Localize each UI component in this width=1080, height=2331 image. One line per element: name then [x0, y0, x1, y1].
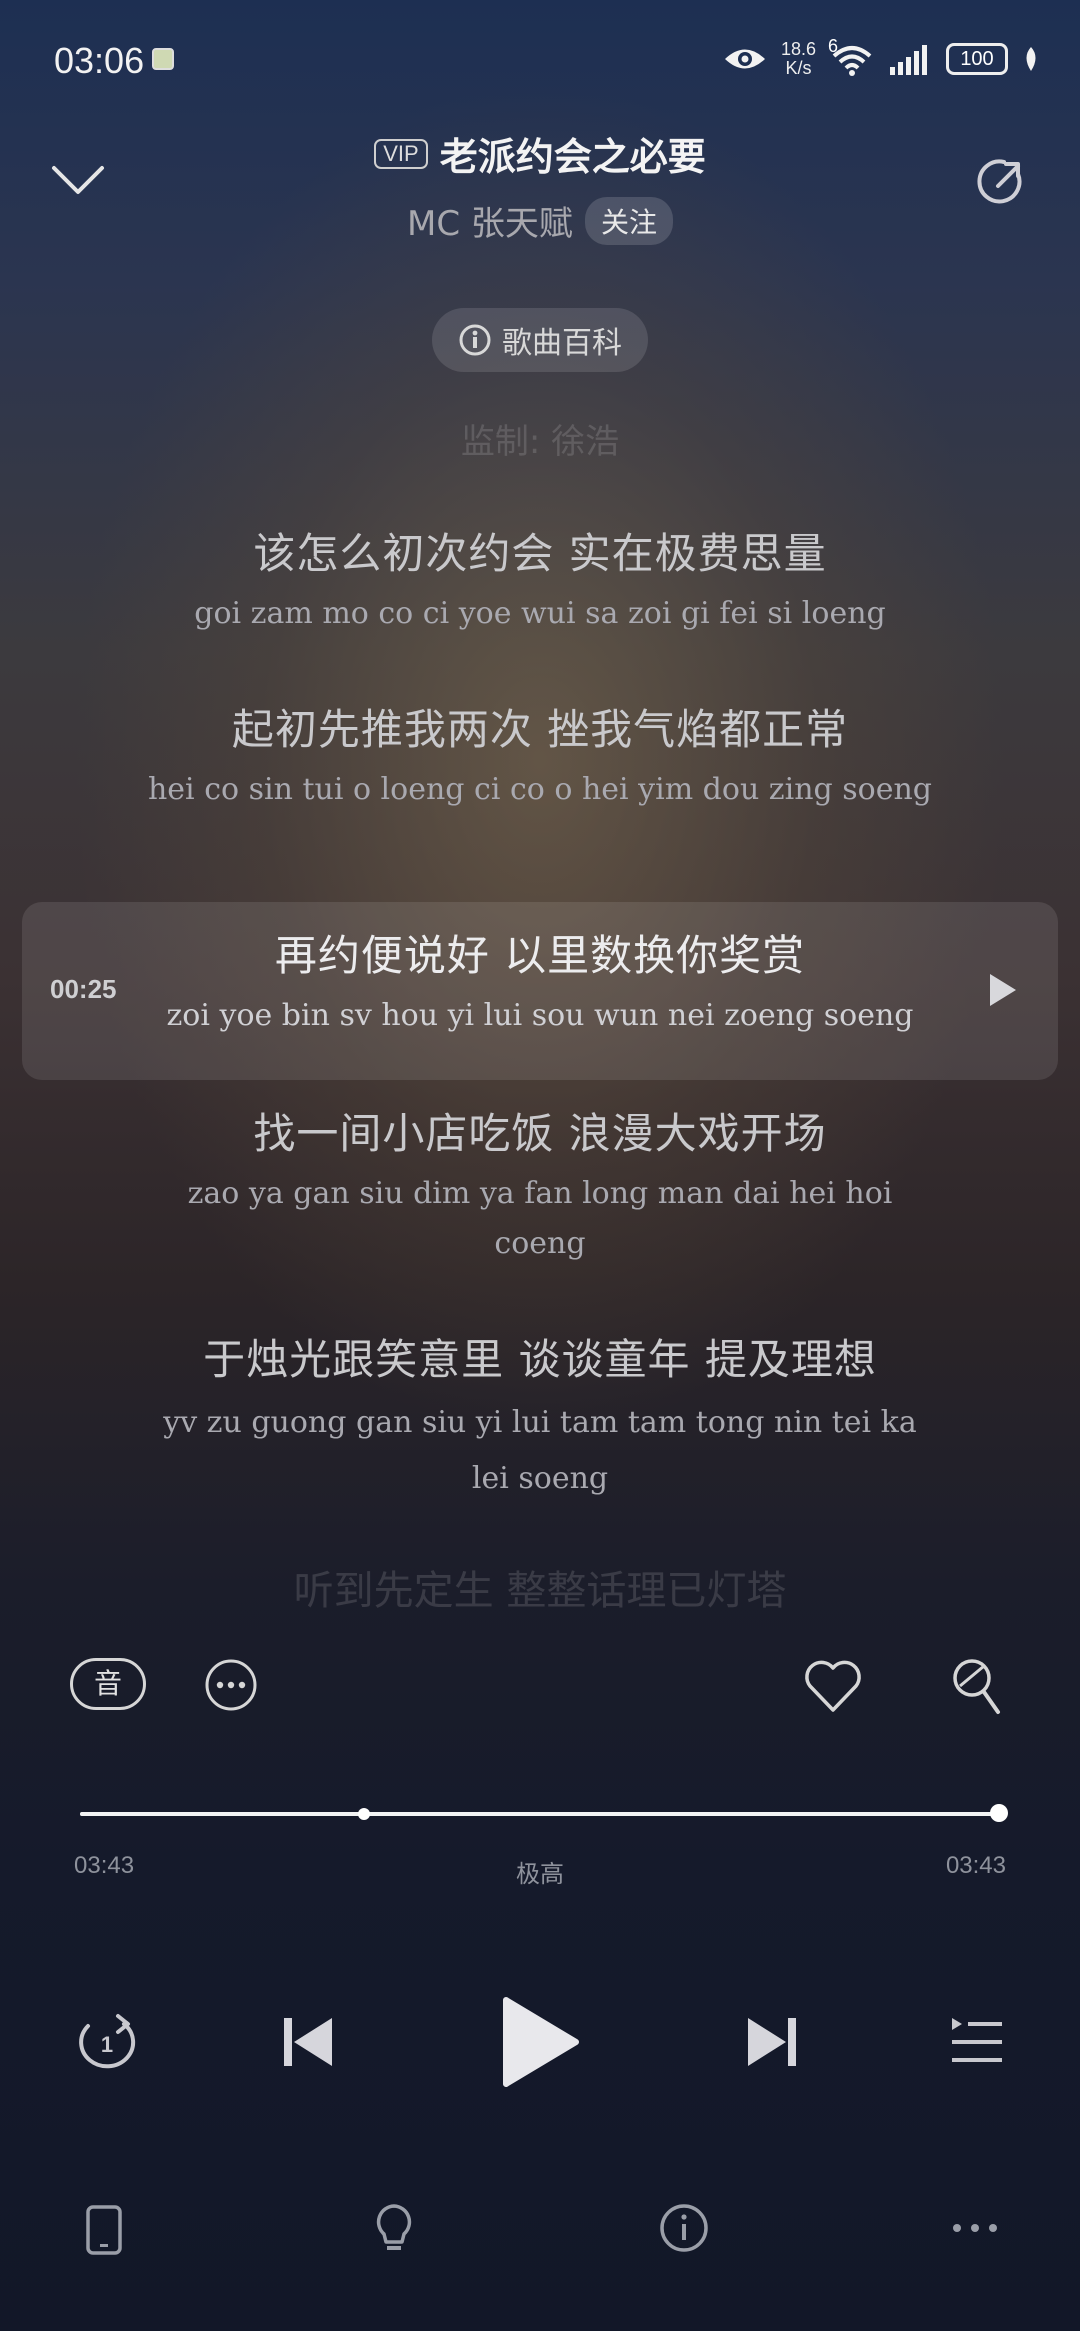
lyric-line[interactable]: 起初先推我两次 挫我气焰都正常 hei co sin tui o loeng c…	[0, 696, 1080, 815]
buffer-marker	[358, 1808, 370, 1820]
progress-thumb[interactable]	[990, 1804, 1008, 1822]
play-icon[interactable]	[498, 1994, 582, 2090]
progress-fill	[80, 1812, 998, 1816]
next-track-icon[interactable]	[744, 2014, 800, 2070]
song-info-icon[interactable]	[658, 2202, 710, 2254]
heart-icon[interactable]	[802, 1658, 864, 1714]
wifi-icon: 6	[828, 36, 874, 76]
song-wiki-button[interactable]: 歌曲百科	[432, 308, 648, 372]
lyric-line[interactable]: 该怎么初次约会 实在极费思量 goi zam mo co ci yoe wui …	[0, 520, 1080, 639]
song-wiki-label: 歌曲百科	[502, 326, 622, 361]
sound-effect-button[interactable]: 音	[70, 1658, 146, 1710]
lyric-romanization: hei co sin tui o loeng ci co o hei yim d…	[147, 772, 932, 807]
total-duration: 03:43	[945, 1852, 1006, 1879]
lyric-chinese: 找一间小店吃饭 浪漫大戏开场	[253, 1109, 827, 1158]
karaoke-mic-icon[interactable]	[950, 1656, 1004, 1718]
svg-text:1: 1	[101, 2032, 113, 2057]
audio-quality[interactable]: 极高	[0, 1854, 1080, 1889]
leaf-icon	[1026, 47, 1036, 71]
lyric-line[interactable]: 找一间小店吃饭 浪漫大戏开场 zao ya gan siu dim ya fan…	[0, 1100, 1080, 1269]
lyric-chinese: 于烛光跟笑意里 谈谈童年 提及理想	[203, 1335, 877, 1384]
lightbulb-icon[interactable]	[372, 2202, 416, 2258]
repeat-one-icon[interactable]: 1	[74, 2012, 140, 2072]
phone-device-icon[interactable]	[84, 2204, 124, 2256]
lyric-chinese: 起初先推我两次 挫我气焰都正常	[231, 705, 849, 754]
playlist-icon[interactable]	[948, 2014, 1004, 2070]
eye-icon	[724, 49, 765, 69]
app-notification-icon	[152, 48, 174, 70]
lyric-romanization: goi zam mo co ci yoe wui sa zoi gi fei s…	[194, 596, 886, 631]
lyric-romanization: zoi yoe bin sv hou yi lui sou wun nei zo…	[166, 998, 914, 1033]
status-time: 03:06	[54, 40, 145, 81]
share-icon[interactable]	[974, 154, 1030, 210]
follow-button[interactable]: 关注	[584, 196, 673, 245]
lyric-line[interactable]: 于烛光跟笑意里 谈谈童年 提及理想 yv zu guong gan siu yi…	[0, 1326, 1080, 1507]
vip-badge: VIP	[374, 138, 428, 169]
net-speed: 18.6 K/s	[780, 39, 816, 78]
more-horizontal-icon[interactable]	[950, 2218, 1000, 2238]
play-from-line-icon[interactable]	[984, 970, 1020, 1010]
status-indicators: 18.6 K/s 6 100	[723, 36, 1040, 78]
lyric-romanization: yv zu guong gan siu yi lui tam tam tong …	[163, 1405, 917, 1496]
previous-track-icon[interactable]	[280, 2014, 336, 2070]
info-icon	[459, 324, 491, 356]
faded-lyric-bottom: 听到先定生 整整话理已灯塔	[293, 1568, 787, 1614]
song-title-row: VIP 老派约会之必要	[0, 126, 1080, 181]
progress-track[interactable]	[80, 1812, 998, 1816]
more-options-icon[interactable]	[204, 1658, 258, 1712]
artist-row: MC 张天赋 关注	[0, 196, 1080, 245]
signal-icon	[890, 45, 927, 75]
lyric-romanization: zao ya gan siu dim ya fan long man dai h…	[187, 1176, 893, 1261]
battery-indicator: 100	[946, 43, 1008, 75]
lyric-chinese: 该怎么初次约会 实在极费思量	[253, 529, 827, 578]
lyric-chinese: 再约便说好 以里数换你奖赏	[274, 931, 806, 980]
artist-name[interactable]: MC 张天赋	[407, 196, 573, 245]
song-title: 老派约会之必要	[439, 135, 706, 179]
faded-lyric-top: 监制: 徐浩	[460, 422, 620, 462]
current-lyric-line[interactable]: 再约便说好 以里数换你奖赏 zoi yoe bin sv hou yi lui …	[0, 922, 1080, 1041]
